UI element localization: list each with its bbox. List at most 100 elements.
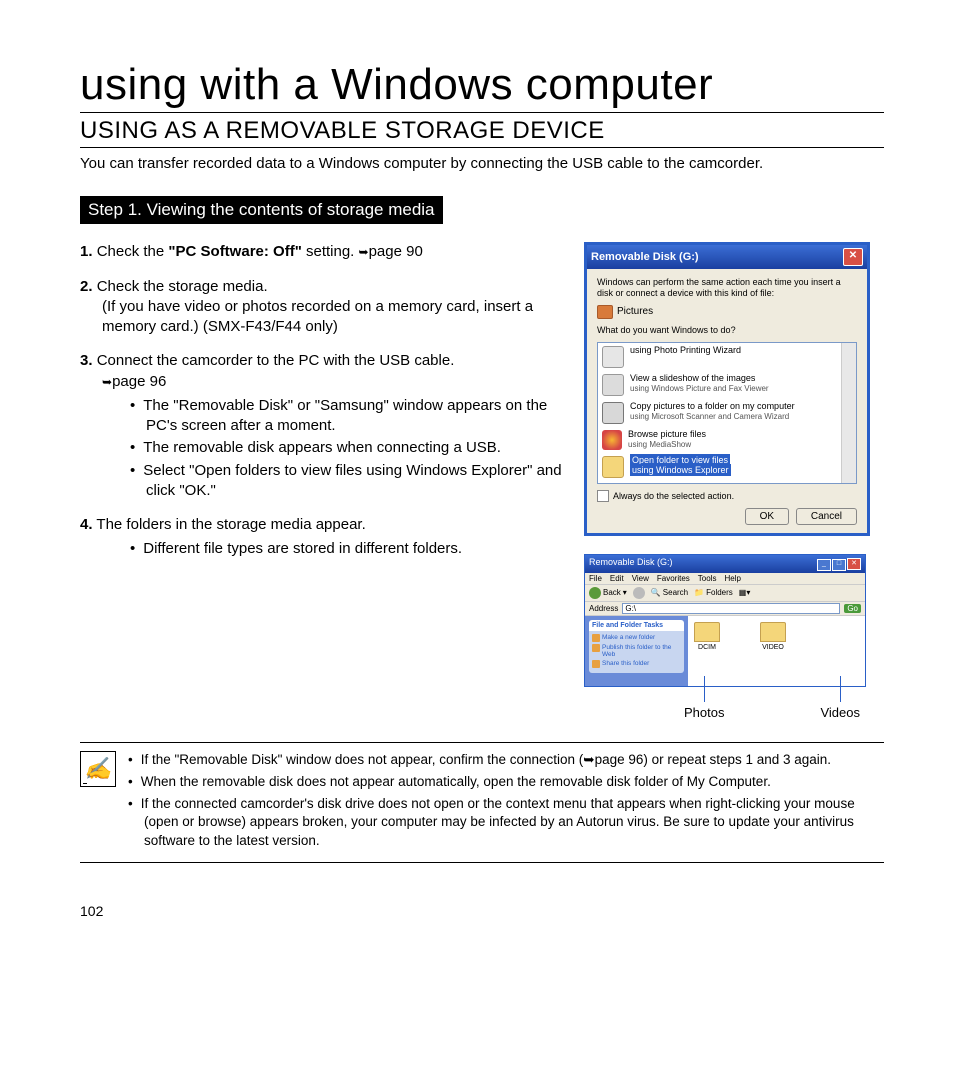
close-icon[interactable]: ✕ (843, 248, 863, 266)
option-sub: using Microsoft Scanner and Camera Wizar… (630, 412, 789, 421)
step-number: 3. (80, 352, 93, 369)
divider (80, 862, 884, 863)
option-slideshow[interactable]: View a slideshow of the imagesusing Wind… (598, 371, 856, 399)
folder-label: DCIM (698, 644, 716, 651)
divider (80, 742, 884, 743)
page-ref: page 96 (112, 373, 166, 390)
step-heading: Step 1. Viewing the contents of storage … (80, 196, 443, 224)
option-copy[interactable]: Copy pictures to a folder on my computer… (598, 399, 856, 427)
note-box: ✍ If the "Removable Disk" window does no… (80, 751, 884, 854)
dialog-prompt-2: What do you want Windows to do? (597, 325, 857, 336)
option-label: Browse picture files (628, 429, 706, 439)
back-button[interactable]: Back ▾ (589, 587, 627, 599)
intro-text: You can transfer recorded data to a Wind… (80, 154, 884, 174)
search-label: Search (663, 588, 688, 597)
task-link[interactable]: Share this folder (592, 660, 681, 668)
explorer-title: Removable Disk (G:) (589, 557, 673, 571)
address-bar[interactable]: G:\ (622, 603, 840, 614)
step-text: setting. (302, 243, 359, 260)
autoplay-dialog: Removable Disk (G:) ✕ Windows can perfor… (584, 242, 870, 535)
forward-icon[interactable] (633, 587, 645, 599)
step-subtext: (If you have video or photos recorded on… (102, 298, 533, 335)
scrollbar[interactable] (841, 343, 856, 483)
maximize-icon[interactable]: □ (832, 559, 846, 571)
menu-view[interactable]: View (632, 574, 649, 583)
bullet: Different file types are stored in diffe… (130, 539, 564, 559)
explorer-window: Removable Disk (G:) _□✕ File Edit View F… (584, 554, 866, 687)
search-button[interactable]: 🔍Search (651, 588, 688, 597)
step-text: Check the (97, 243, 169, 260)
always-checkbox[interactable] (597, 490, 609, 502)
arrow-icon (102, 373, 112, 390)
menu-tools[interactable]: Tools (698, 574, 717, 583)
folders-button[interactable]: 📁Folders (694, 588, 733, 597)
options-listbox[interactable]: using Photo Printing Wizard View a slide… (597, 342, 857, 484)
folder-icon (694, 622, 720, 642)
menu-edit[interactable]: Edit (610, 574, 624, 583)
steps-list: 1. Check the "PC Software: Off" setting.… (80, 242, 564, 559)
back-label: Back (603, 588, 621, 597)
arrow-icon (359, 243, 369, 260)
back-icon (589, 587, 601, 599)
step-1: 1. Check the "PC Software: Off" setting.… (80, 242, 564, 262)
option-sub: using MediaShow (628, 440, 691, 449)
ok-button[interactable]: OK (745, 508, 789, 525)
step-2: 2. Check the storage media. (If you have… (80, 277, 564, 338)
close-icon[interactable]: ✕ (847, 558, 861, 570)
option-label: View a slideshow of the images (630, 373, 755, 383)
note-icon: ✍ (80, 751, 116, 787)
option-open-folder[interactable]: Open folder to view filesusing Windows E… (598, 453, 856, 481)
toolbar: Back ▾ 🔍Search 📁Folders ▦▾ (585, 585, 865, 602)
step-3: 3. Connect the camcorder to the PC with … (80, 351, 564, 501)
dialog-prompt: Windows can perform the same action each… (597, 277, 857, 299)
minimize-icon[interactable]: _ (817, 559, 831, 571)
task-link[interactable]: Publish this folder to the Web (592, 644, 681, 658)
option-sub: using Windows Picture and Fax Viewer (630, 384, 769, 393)
callout-photos: Photos (684, 705, 724, 720)
folder-video[interactable]: VIDEO (760, 622, 786, 680)
publish-icon (592, 644, 600, 652)
step-text: Check the storage media. (97, 278, 268, 295)
section-title: USING AS A REMOVABLE STORAGE DEVICE (80, 117, 884, 148)
mediashow-icon (602, 430, 622, 450)
menu-help[interactable]: Help (724, 574, 740, 583)
folders-label: Folders (706, 588, 733, 597)
step-4: 4. The folders in the storage media appe… (80, 515, 564, 560)
tasks-header[interactable]: File and Folder Tasks (589, 620, 684, 631)
menu-favorites[interactable]: Favorites (657, 574, 690, 583)
folder-dcim[interactable]: DCIM (694, 622, 720, 680)
menu-file[interactable]: File (589, 574, 602, 583)
chapter-title: using with a Windows computer (80, 60, 884, 113)
folder-icon (760, 622, 786, 642)
menu-bar[interactable]: File Edit View Favorites Tools Help (585, 573, 865, 585)
note-item: If the connected camcorder's disk drive … (128, 795, 884, 850)
page-number: 102 (80, 903, 884, 919)
note-item: If the "Removable Disk" window does not … (128, 751, 884, 769)
checkbox-label: Always do the selected action. (613, 491, 734, 501)
file-type-label: Pictures (617, 306, 653, 317)
page-ref: page 90 (369, 243, 423, 260)
folder-label: VIDEO (762, 644, 784, 651)
step-text: Connect the camcorder to the PC with the… (97, 352, 455, 369)
bullet: The "Removable Disk" or "Samsung" window… (130, 396, 564, 437)
task-link[interactable]: Make a new folder (592, 634, 681, 642)
slideshow-icon (602, 374, 624, 396)
step-number: 1. (80, 243, 93, 260)
step-number: 4. (80, 516, 93, 533)
print-wizard-icon (602, 346, 624, 368)
step-bold: "PC Software: Off" (168, 243, 301, 260)
new-folder-icon (592, 634, 600, 642)
bullet: Select "Open folders to view files using… (130, 461, 564, 502)
callout-videos: Videos (820, 705, 860, 720)
go-button[interactable]: Go (844, 604, 861, 613)
option-mediashow[interactable]: Browse picture filesusing MediaShow (598, 427, 856, 453)
option-label: using Photo Printing Wizard (630, 346, 741, 356)
views-icon[interactable]: ▦▾ (739, 588, 751, 597)
cancel-button[interactable]: Cancel (796, 508, 857, 525)
option-label: Copy pictures to a folder on my computer (630, 401, 795, 411)
dialog-title: Removable Disk (G:) (591, 251, 699, 263)
scanner-icon (602, 402, 624, 424)
step-number: 2. (80, 278, 93, 295)
address-label: Address (589, 604, 618, 613)
option-print-wizard[interactable]: using Photo Printing Wizard (598, 343, 856, 371)
